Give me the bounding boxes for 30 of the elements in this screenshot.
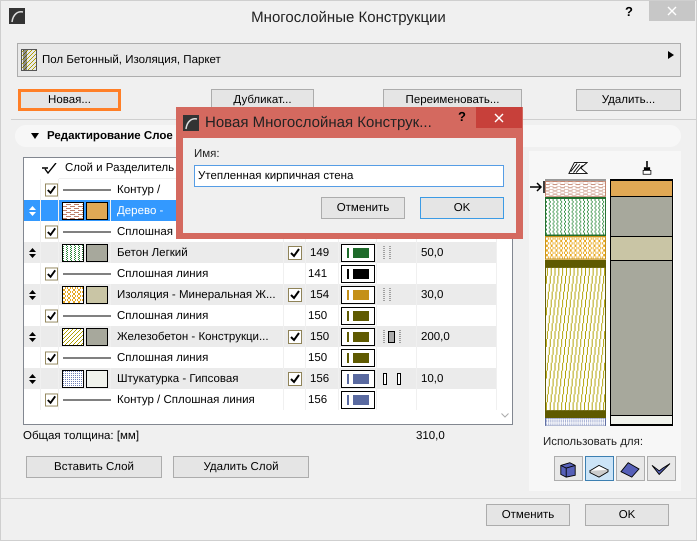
pen-number: 156 bbox=[307, 394, 328, 406]
layer-name: Штукатурка - Гипсовая bbox=[116, 372, 239, 384]
layer-name: Бетон Легкий bbox=[116, 246, 188, 258]
window-title: Многослойные Конструкции bbox=[250, 9, 447, 26]
separator-name: Контур / bbox=[116, 184, 160, 196]
pen-number: 149 bbox=[309, 246, 330, 258]
layer-name: Дерево - bbox=[116, 204, 164, 216]
thickness-value: 200,0 bbox=[420, 330, 450, 342]
field-label: Имя: bbox=[194, 148, 221, 160]
total-thickness-label: Общая толщина: [мм] bbox=[23, 430, 140, 442]
separator-name: Контур / Сплошная линия bbox=[116, 394, 255, 406]
separator-name: Сплошная линия bbox=[116, 310, 208, 322]
pen-number: 156 bbox=[309, 372, 330, 384]
thickness-value: 30,0 bbox=[420, 288, 444, 300]
layer-name: Железобетон - Конструкци... bbox=[116, 330, 269, 342]
pen-number: 150 bbox=[309, 330, 330, 342]
use-for-label: Использовать для: bbox=[543, 436, 644, 448]
dialog-title: Новая Многослойная Конструк... bbox=[205, 114, 432, 131]
pen-number: 154 bbox=[309, 288, 330, 300]
separator-name: Сплошная bbox=[116, 226, 173, 238]
pen-number: 141 bbox=[307, 268, 328, 280]
pen-number: 150 bbox=[307, 352, 328, 364]
separator-name: Сплошная линия bbox=[116, 352, 208, 364]
layer-name: Изоляция - Минеральная Ж... bbox=[116, 288, 276, 300]
thickness-value: 10,0 bbox=[420, 372, 444, 384]
thickness-value: 50,0 bbox=[420, 246, 444, 258]
column-header: Слой и Разделитель bbox=[64, 162, 174, 174]
pen-number: 150 bbox=[307, 310, 328, 322]
total-thickness-value: 310,0 bbox=[416, 430, 445, 442]
separator-name: Сплошная линия bbox=[116, 268, 208, 280]
